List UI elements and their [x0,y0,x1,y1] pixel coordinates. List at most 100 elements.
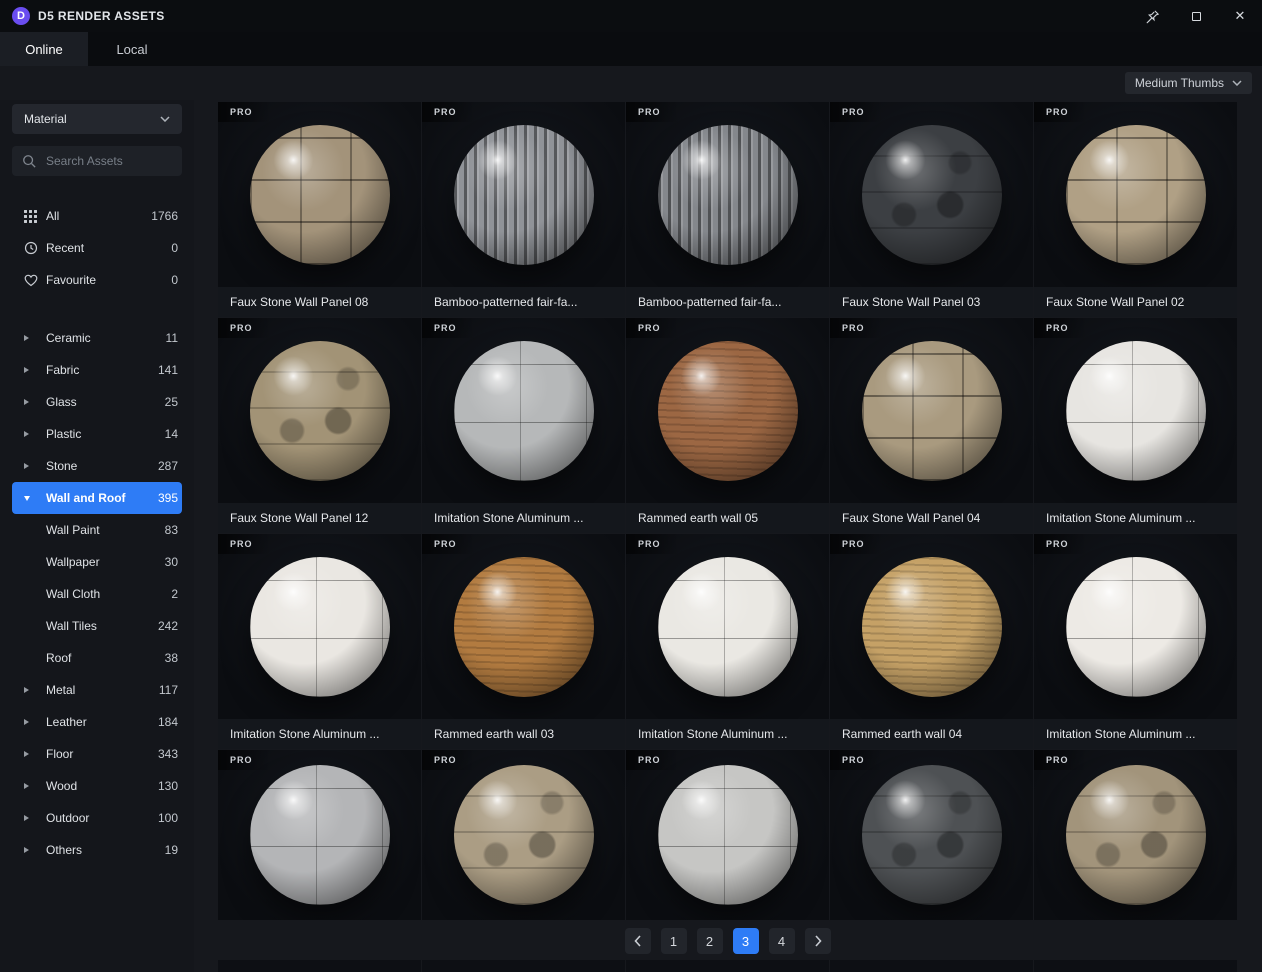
pro-badge: PRO [626,750,679,770]
clock-icon [24,241,38,255]
asset-tile-partial [218,960,421,972]
sidebar-item-label: Wall Tiles [46,619,152,633]
sidebar-item-count: 1766 [145,209,178,223]
asset-thumbnail: PRO [218,750,421,920]
asset-thumbnail: PRO [830,102,1033,287]
asset-tile[interactable]: PROImitation Stone Aluminum ... [1034,318,1237,533]
asset-name: Rammed earth wall 05 [626,503,829,533]
pagination-page-1[interactable]: 1 [661,928,687,954]
sidebar-item-roof[interactable]: Roof38 [12,642,182,674]
sidebar-item-count: 242 [152,619,178,633]
sidebar-item-count: 25 [159,395,178,409]
sidebar-item-plastic[interactable]: Plastic14 [12,418,182,450]
asset-thumbnail: PRO [422,102,625,287]
sidebar-item-wall-tiles[interactable]: Wall Tiles242 [12,610,182,642]
sidebar-item-all[interactable]: All1766 [12,200,182,232]
sidebar-item-others[interactable]: Others19 [12,834,182,866]
sidebar-item-favourite[interactable]: Favourite0 [12,264,182,296]
asset-tile[interactable]: PRO [830,750,1033,920]
asset-thumbnail: PRO [626,534,829,719]
window-title: D5 RENDER ASSETS [38,9,165,23]
asset-name: Imitation Stone Aluminum ... [422,503,625,533]
asset-tile[interactable]: PROImitation Stone Aluminum ... [1034,534,1237,749]
material-sphere-preview [862,557,1002,697]
sidebar-item-wall-and-roof[interactable]: Wall and Roof395 [12,482,182,514]
sidebar-item-count: 130 [152,779,178,793]
sidebar-item-wallpaper[interactable]: Wallpaper30 [12,546,182,578]
sidebar-item-label: Favourite [46,273,165,287]
asset-tile[interactable]: PRO [1034,750,1237,920]
asset-thumbnail: PRO [218,318,421,503]
asset-tile[interactable]: PROBamboo-patterned fair-fa... [422,102,625,317]
pagination-next-button[interactable] [805,928,831,954]
sidebar-item-recent[interactable]: Recent0 [12,232,182,264]
maximize-icon [1192,12,1201,21]
sidebar-item-floor[interactable]: Floor343 [12,738,182,770]
sidebar-item-glass[interactable]: Glass25 [12,386,182,418]
asset-tile[interactable]: PROBamboo-patterned fair-fa... [626,102,829,317]
asset-tile[interactable]: PRO [422,750,625,920]
asset-tile[interactable]: PROFaux Stone Wall Panel 12 [218,318,421,533]
asset-thumbnail: PRO [218,102,421,287]
pin-button[interactable] [1134,0,1170,32]
sidebar-item-leather[interactable]: Leather184 [12,706,182,738]
pro-badge: PRO [218,102,271,122]
pro-badge: PRO [830,102,883,122]
pro-badge: PRO [830,318,883,338]
search-input[interactable] [44,153,166,169]
pro-badge: PRO [626,318,679,338]
sidebar-item-label: Wood [46,779,152,793]
sidebar-item-wall-paint[interactable]: Wall Paint83 [12,514,182,546]
pagination-page-2[interactable]: 2 [697,928,723,954]
asset-tile[interactable]: PROFaux Stone Wall Panel 04 [830,318,1033,533]
asset-thumbnail: PRO [830,750,1033,920]
asset-tile[interactable]: PRO Rammed earth wall 05 [626,318,829,533]
asset-type-dropdown[interactable]: Material [12,104,182,134]
pro-badge: PRO [218,318,271,338]
close-button[interactable]: ✕ [1222,0,1258,32]
search-box[interactable] [12,146,182,176]
sidebar-item-wood[interactable]: Wood130 [12,770,182,802]
sidebar-item-outdoor[interactable]: Outdoor100 [12,802,182,834]
material-sphere-preview [1066,557,1206,697]
sidebar-item-label: Wallpaper [46,555,159,569]
triangle-right-icon [24,815,38,821]
sidebar-item-count: 184 [152,715,178,729]
sidebar-item-wall-cloth[interactable]: Wall Cloth2 [12,578,182,610]
triangle-right-icon [24,399,38,405]
tab-local[interactable]: Local [88,32,176,66]
pagination-page-4[interactable]: 4 [769,928,795,954]
titlebar: D D5 RENDER ASSETS ✕ [0,0,1262,32]
asset-tile[interactable]: PROImitation Stone Aluminum ... [422,318,625,533]
maximize-button[interactable] [1178,0,1214,32]
material-sphere-preview [862,765,1002,905]
asset-tile[interactable]: PRORammed earth wall 04 [830,534,1033,749]
pagination-prev-button[interactable] [625,928,651,954]
asset-tile[interactable]: PRO [218,750,421,920]
triangle-right-icon [24,719,38,725]
material-sphere-preview [658,765,798,905]
sidebar-item-metal[interactable]: Metal117 [12,674,182,706]
sidebar-item-label: Wall and Roof [46,491,152,505]
asset-tile-partial [830,960,1033,972]
asset-name: Imitation Stone Aluminum ... [218,719,421,749]
asset-tile[interactable]: PRO [626,750,829,920]
sidebar-item-label: Plastic [46,427,159,441]
asset-grid: PROFaux Stone Wall Panel 08PROBamboo-pat… [218,102,1237,920]
sidebar-item-count: 395 [152,491,178,505]
pagination-page-3[interactable]: 3 [733,928,759,954]
sidebar-item-count: 141 [152,363,178,377]
sidebar-item-stone[interactable]: Stone287 [12,450,182,482]
asset-tile[interactable]: PRORammed earth wall 03 [422,534,625,749]
asset-tile[interactable]: PROImitation Stone Aluminum ... [626,534,829,749]
asset-tile[interactable]: PROFaux Stone Wall Panel 02 [1034,102,1237,317]
asset-tile[interactable]: PROFaux Stone Wall Panel 03 [830,102,1033,317]
tab-online[interactable]: Online [0,32,88,66]
asset-thumbnail: PRO [422,318,625,503]
sidebar-item-ceramic[interactable]: Ceramic11 [12,322,182,354]
thumb-size-dropdown[interactable]: Medium Thumbs [1125,72,1252,94]
asset-tile[interactable]: PROFaux Stone Wall Panel 08 [218,102,421,317]
sidebar-item-fabric[interactable]: Fabric141 [12,354,182,386]
asset-tile[interactable]: PROImitation Stone Aluminum ... [218,534,421,749]
asset-thumbnail: PRO [1034,318,1237,503]
